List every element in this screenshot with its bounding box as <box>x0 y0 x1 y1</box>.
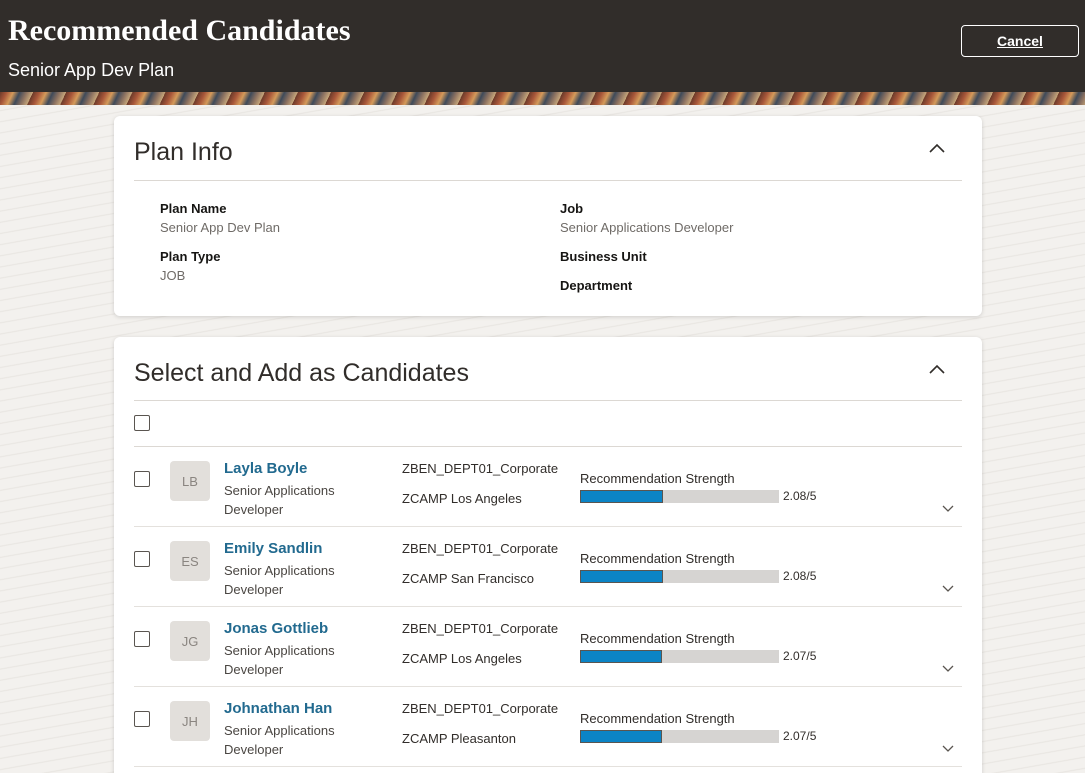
candidate-checkbox[interactable] <box>134 631 150 647</box>
candidate-job: Senior Applications Developer <box>224 483 335 517</box>
avatar: JH <box>170 701 210 741</box>
recommendation-strength-fill <box>580 650 663 663</box>
candidate-row[interactable]: JH Johnathan Han Senior Applications Dev… <box>134 687 962 767</box>
business-unit-label: Business Unit <box>560 249 647 264</box>
candidate-row[interactable]: LB Layla Boyle Senior Applications Devel… <box>134 447 962 527</box>
job-label: Job <box>560 201 584 216</box>
page-header: Recommended Candidates Senior App Dev Pl… <box>0 0 1085 92</box>
candidate-row[interactable]: JG Jonas Gottlieb Senior Applications De… <box>134 607 962 687</box>
candidate-name-link[interactable]: Johnathan Han <box>224 700 332 717</box>
plan-info-card: Plan Info Plan Name Senior App Dev Plan … <box>114 116 982 316</box>
chevron-down-icon[interactable] <box>942 745 954 753</box>
decorative-banner <box>0 92 1085 105</box>
plan-name-label: Plan Name <box>160 201 227 216</box>
candidate-name-link[interactable]: Emily Sandlin <box>224 540 322 557</box>
plan-name-value: Senior App Dev Plan <box>160 220 280 235</box>
candidate-name-link[interactable]: Layla Boyle <box>224 460 307 477</box>
recommendation-strength-bar <box>580 650 779 663</box>
chevron-down-icon[interactable] <box>942 585 954 593</box>
candidate-checkbox[interactable] <box>134 711 150 727</box>
recommendation-strength-bar <box>580 570 779 583</box>
recommendation-strength-bar <box>580 730 779 743</box>
job-value: Senior Applications Developer <box>560 220 734 235</box>
recommendation-strength-label: Recommendation Strength <box>580 711 735 726</box>
recommendation-strength-fill <box>580 490 663 503</box>
recommendation-strength-value: 2.08/5 <box>783 489 817 503</box>
recommendation-strength-fill <box>580 570 663 583</box>
plan-info-divider <box>134 180 962 181</box>
candidate-location: ZCAMP Los Angeles <box>402 651 522 666</box>
recommendation-strength-fill <box>580 730 663 743</box>
chevron-down-icon[interactable] <box>942 505 954 513</box>
chevron-up-icon[interactable] <box>928 363 946 375</box>
plan-type-value: JOB <box>160 268 186 283</box>
chevron-up-icon[interactable] <box>928 142 946 154</box>
candidate-row[interactable]: ES Emily Sandlin Senior Applications Dev… <box>134 527 962 607</box>
candidate-job: Senior Applications Developer <box>224 643 335 677</box>
recommendation-strength-label: Recommendation Strength <box>580 471 735 486</box>
recommendation-strength-label: Recommendation Strength <box>580 631 735 646</box>
candidate-location: ZCAMP Los Angeles <box>402 491 522 506</box>
avatar-initials: JG <box>181 633 199 649</box>
plan-type-label: Plan Type <box>160 249 221 264</box>
candidates-title: Select and Add as Candidates <box>134 359 469 387</box>
avatar-initials: ES <box>181 553 199 569</box>
candidate-job: Senior Applications Developer <box>224 563 335 597</box>
avatar-initials: LB <box>182 473 198 489</box>
candidate-department: ZBEN_DEPT01_Corporate <box>402 701 559 716</box>
candidates-card: Select and Add as Candidates LB Layla Bo… <box>114 337 982 773</box>
avatar: ES <box>170 541 210 581</box>
department-label: Department <box>560 278 633 293</box>
page-subtitle: Senior App Dev Plan <box>8 60 175 80</box>
candidate-location: ZCAMP San Francisco <box>402 571 534 586</box>
avatar: LB <box>170 461 210 501</box>
recommendation-strength-bar <box>580 490 779 503</box>
candidate-name-link[interactable]: Jonas Gottlieb <box>224 620 328 637</box>
candidate-job: Senior Applications Developer <box>224 723 335 757</box>
recommendation-strength-value: 2.07/5 <box>783 649 817 663</box>
recommendation-strength-label: Recommendation Strength <box>580 551 735 566</box>
recommendation-strength-value: 2.07/5 <box>783 729 817 743</box>
page-title: Recommended Candidates <box>8 14 351 47</box>
cancel-button[interactable]: Cancel <box>961 25 1079 57</box>
chevron-down-icon[interactable] <box>942 665 954 673</box>
candidate-department: ZBEN_DEPT01_Corporate <box>402 621 559 636</box>
candidate-department: ZBEN_DEPT01_Corporate <box>402 461 559 476</box>
recommendation-strength-value: 2.08/5 <box>783 569 817 583</box>
candidates-divider <box>134 400 962 401</box>
plan-info-title: Plan Info <box>134 138 233 166</box>
avatar-initials: JH <box>182 713 198 729</box>
select-all-checkbox[interactable] <box>134 415 150 431</box>
candidate-checkbox[interactable] <box>134 471 150 487</box>
candidate-department: ZBEN_DEPT01_Corporate <box>402 541 559 556</box>
avatar: JG <box>170 621 210 661</box>
candidate-checkbox[interactable] <box>134 551 150 567</box>
candidate-location: ZCAMP Pleasanton <box>402 731 516 746</box>
